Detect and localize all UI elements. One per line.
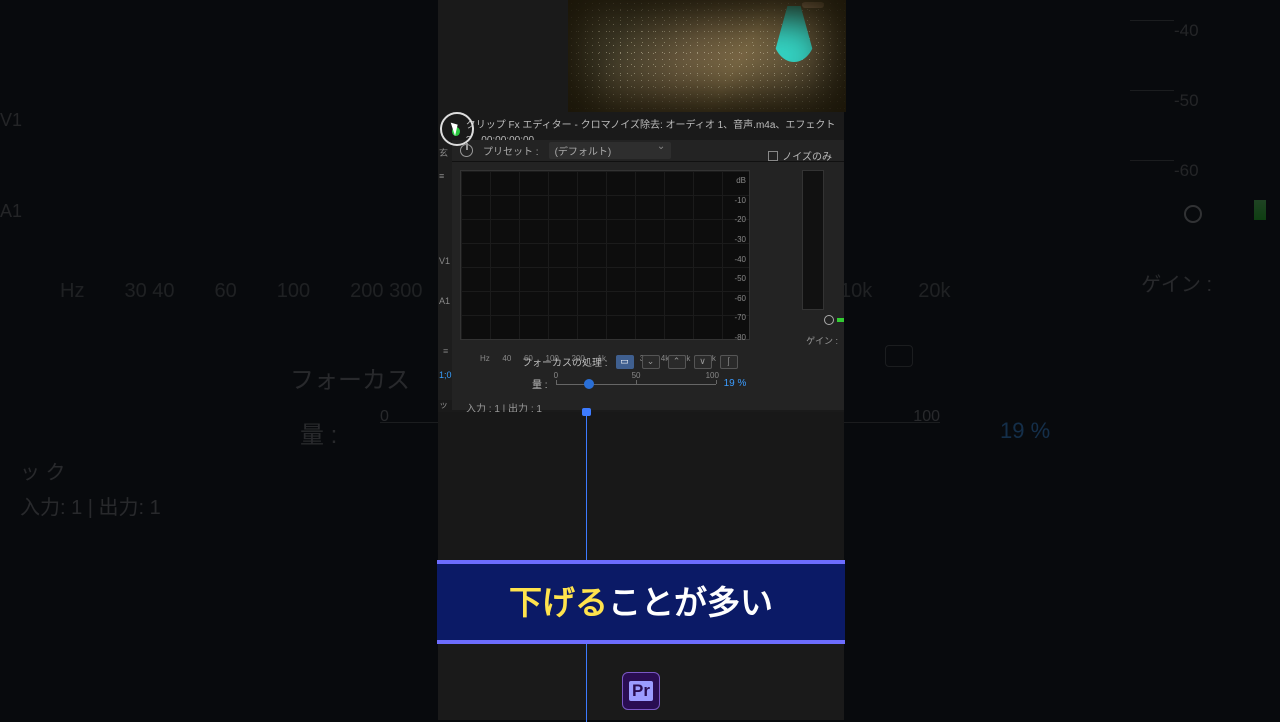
hz-unit: Hz <box>60 280 84 303</box>
preset-label: プリセット : <box>483 143 539 158</box>
amount-label: 量 : <box>532 376 548 391</box>
bg-track-labels: V1 A1 <box>0 110 22 292</box>
frequency-spectrum-display[interactable] <box>460 170 750 340</box>
focus-shape-bump-button[interactable]: ⌃ <box>668 355 686 369</box>
timecode-display[interactable]: 1;0 <box>438 364 453 386</box>
bg-gain-label: ゲイン : <box>1141 268 1212 297</box>
amount-row: 量 : 0 50 100 19 % <box>532 376 832 391</box>
noise-only-checkbox[interactable]: ノイズのみ <box>768 148 832 163</box>
bg-meter-level <box>1254 200 1266 220</box>
amount-slider-thumb[interactable] <box>584 379 594 389</box>
focus-shape-sback-button[interactable]: ⎰ <box>720 355 738 369</box>
gain-knob-icon[interactable] <box>824 315 834 325</box>
focus-processing-row: フォーカスの処理 : ▭ ⌄ ⌃ ∨ ⎰ <box>522 354 738 369</box>
power-toggle-icon[interactable] <box>460 144 473 157</box>
focus-shape-flat-button[interactable]: ▭ <box>616 355 634 369</box>
gain-meter <box>802 170 824 310</box>
bg-gain-knob <box>1184 205 1202 223</box>
focus-shape-vee-button[interactable]: ∨ <box>694 355 712 369</box>
cursor-highlight-icon <box>440 112 474 146</box>
bg-hz-scale: Hz 30 40 60 100 200 300 <box>60 280 422 303</box>
track-v1-label: V1 <box>0 110 22 131</box>
chromatic-noise-editor-panel: プリセット : (デフォルト) dB -10 -20 -30 -40 -50 -… <box>452 140 844 410</box>
bg-audio-meter: -40 -50 -60 <box>1130 10 1210 230</box>
bg-focus-label: フォーカス <box>290 360 410 395</box>
tutorial-center-column: クリップ Fx エディター - クロマノイズ除去: オーディオ 1、音声.m4a… <box>438 0 844 720</box>
gain-label: ゲイン : <box>806 334 838 347</box>
panel-left-strip: 玄 ≡ ≡ 1;0 V1 A1 ック <box>438 140 452 400</box>
program-monitor-preview <box>568 0 846 112</box>
caption-highlight: 下げる <box>509 584 608 621</box>
spectrum-y-ticks: dB -10 -20 -30 -40 -50 -60 -70 -80 <box>718 176 746 342</box>
tutorial-caption: 下げることが多い <box>437 560 845 644</box>
gain-led-icon <box>837 318 844 322</box>
premiere-pro-logo-icon: Pr <box>622 672 660 710</box>
amount-value[interactable]: 19 % <box>724 378 747 389</box>
checkbox-icon[interactable] <box>768 151 778 161</box>
preset-dropdown[interactable]: (デフォルト) <box>549 142 672 159</box>
bg-focus-shape-button <box>885 345 913 367</box>
bg-amount-value: 19 % <box>1000 418 1050 444</box>
fx-editor-titlebar[interactable]: クリップ Fx エディター - クロマノイズ除去: オーディオ 1、音声.m4a… <box>452 122 844 140</box>
bg-processing-io: ッ ク 入力: 1 | 出力: 1 <box>20 450 161 520</box>
focus-label: フォーカスの処理 : <box>522 354 608 369</box>
amount-slider[interactable]: 0 50 100 <box>556 377 716 391</box>
caption-rest: ことが多い <box>608 584 773 621</box>
timeline-area[interactable] <box>438 412 844 562</box>
bg-amount-label: 量 : <box>300 415 337 450</box>
track-a1-label: A1 <box>0 201 22 222</box>
focus-shape-dip-button[interactable]: ⌄ <box>642 355 660 369</box>
